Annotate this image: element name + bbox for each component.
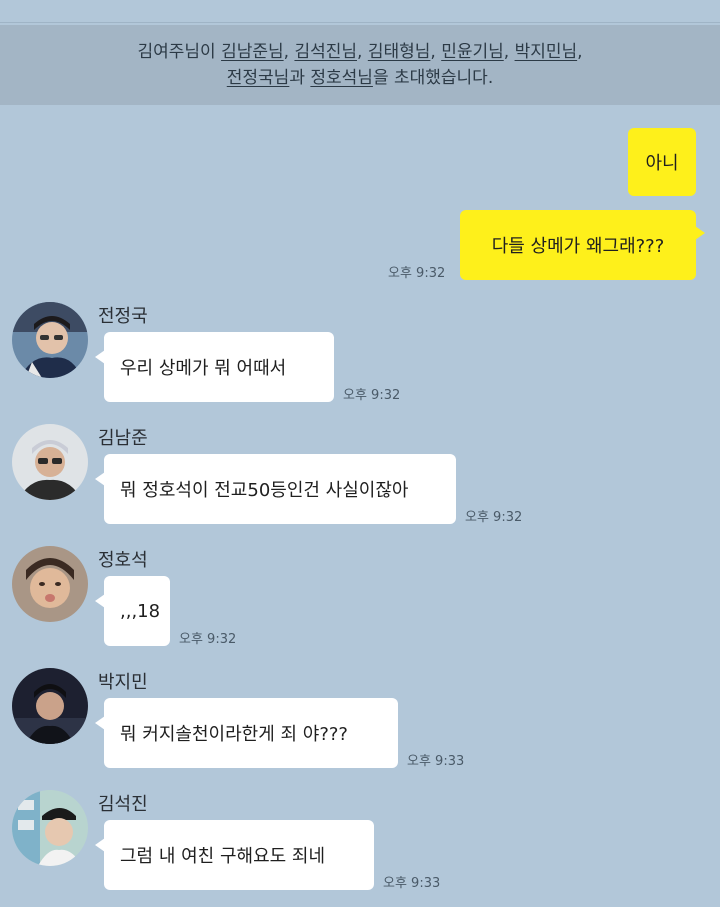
invitee-name[interactable]: 민윤기님: [441, 42, 504, 62]
sender-name: 김석진: [98, 794, 148, 815]
my-message-bubble[interactable]: 다들 상메가 왜그래???: [460, 210, 705, 280]
message-text: 뭐 정호석이 전교50등인건 사실이잖아: [120, 480, 409, 501]
separator: ,: [283, 42, 295, 62]
notice-suffix: 을 초대했습니다.: [372, 68, 494, 88]
notice-line-1: 김여주님이 김남준님, 김석진님, 김태형님, 민윤기님, 박지민님,: [40, 39, 680, 65]
message-timestamp: 오후 9:33: [383, 876, 441, 891]
conjunction: 과: [289, 68, 311, 88]
message-timestamp: 오후 9:32: [465, 510, 523, 525]
notice-inviter: 김여주님이: [137, 42, 222, 62]
invitee-name[interactable]: 김남준님: [221, 42, 284, 62]
avatar-jeongguk[interactable]: [12, 302, 88, 378]
invitee-name[interactable]: 김태형님: [368, 42, 431, 62]
separator: ,: [503, 42, 515, 62]
invitee-name[interactable]: 박지민님: [515, 42, 578, 62]
separator: ,: [430, 42, 442, 62]
message-text: 아니: [645, 153, 679, 174]
invitee-name[interactable]: 정호석님: [310, 68, 373, 88]
separator: ,: [577, 42, 583, 62]
sender-name: 전정국: [98, 306, 148, 327]
message-text: 우리 상메가 뭐 어때서: [120, 358, 287, 379]
my-message-bubble[interactable]: 아니: [628, 128, 696, 196]
profile-photo-icon: [12, 668, 88, 744]
message-text: 뭐 커지솔천이라한게 죄 야???: [120, 724, 348, 745]
notice-line-2: 전정국님과 정호석님을 초대했습니다.: [40, 65, 680, 91]
their-message-bubble[interactable]: 뭐 커지솔천이라한게 죄 야???: [95, 698, 398, 768]
message-timestamp: 오후 9:33: [407, 754, 465, 769]
message-text: 그럼 내 여친 구해요도 죄네: [120, 846, 326, 867]
profile-photo-icon: [12, 302, 88, 378]
message-text: 다들 상메가 왜그래???: [491, 236, 665, 257]
sender-name: 정호석: [98, 550, 148, 571]
their-message-bubble[interactable]: ,,,18: [95, 576, 170, 646]
avatar-hoseok[interactable]: [12, 546, 88, 622]
top-status-strip: [0, 0, 720, 23]
message-timestamp: 오후 9:32: [179, 632, 237, 647]
sender-name: 박지민: [98, 672, 148, 693]
their-message-bubble[interactable]: 뭐 정호석이 전교50등인건 사실이잖아: [95, 454, 456, 524]
their-message-bubble[interactable]: 그럼 내 여친 구해요도 죄네: [95, 820, 374, 890]
their-message-bubble[interactable]: 우리 상메가 뭐 어때서: [95, 332, 334, 402]
sender-name: 김남준: [98, 428, 148, 449]
avatar-jimin[interactable]: [12, 668, 88, 744]
message-timestamp: 오후 9:32: [388, 266, 446, 281]
avatar-namjoon[interactable]: [12, 424, 88, 500]
profile-photo-icon: [12, 790, 88, 866]
message-timestamp: 오후 9:32: [343, 388, 401, 403]
invitee-name[interactable]: 전정국님: [227, 68, 290, 88]
invitee-name[interactable]: 김석진님: [294, 42, 357, 62]
separator: ,: [357, 42, 368, 62]
profile-photo-icon: [12, 546, 88, 622]
avatar-seokjin[interactable]: [12, 790, 88, 866]
profile-photo-icon: [12, 424, 88, 500]
system-invite-notice: 김여주님이 김남준님, 김석진님, 김태형님, 민윤기님, 박지민님, 전정국님…: [0, 25, 720, 105]
message-text: ,,,18: [120, 600, 161, 622]
